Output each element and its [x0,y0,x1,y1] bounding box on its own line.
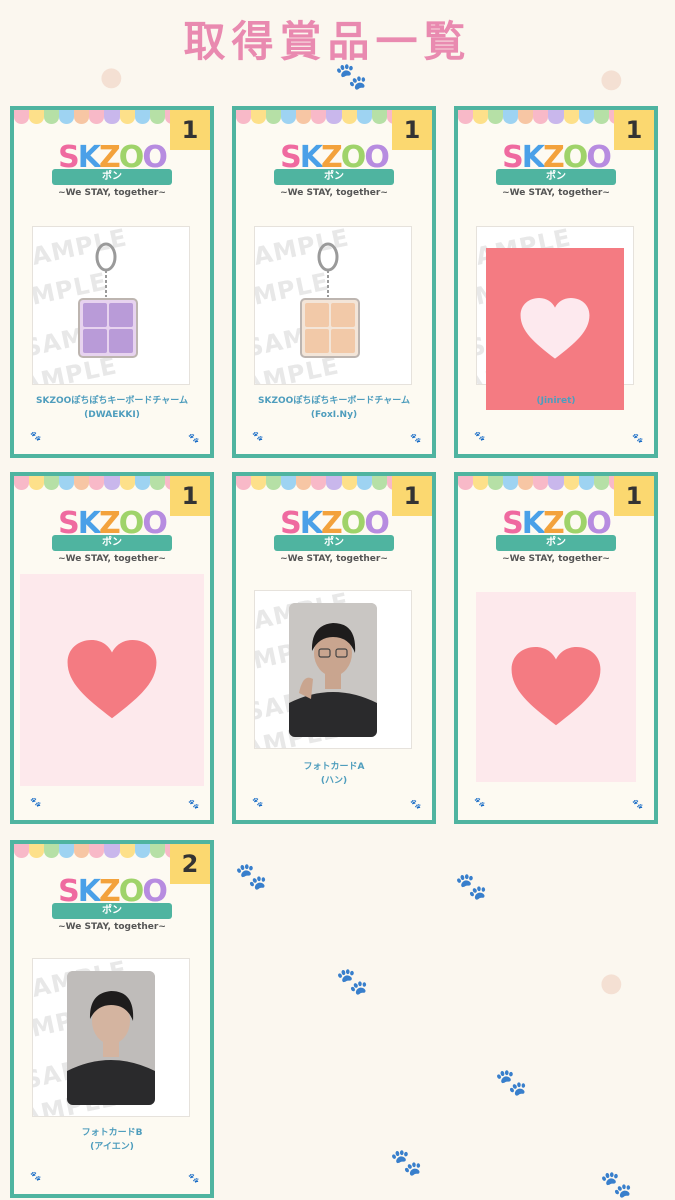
bg-paw-icon: 🐾 [336,967,369,997]
skzoo-logo: SKZOO ポン ~We STAY, together~ [14,140,210,198]
bg-paw-icon: 🐾 [390,1148,423,1178]
prize-card[interactable]: 1 SKZOO ポン ~We STAY, together~ SAMPLESAM… [232,472,436,824]
prize-name: SKZOOぽちぽちキーボードチャーム (FoxI.Ny) [236,394,432,422]
logo-tagline: ~We STAY, together~ [58,922,166,932]
prize-name: フォトカードA (ハン) [236,760,432,788]
paw-icon: 🐾 [474,798,486,808]
paw-icon: 🐾 [188,800,200,810]
skzoo-logo: SKZOO ポン ~We STAY, together~ [458,140,654,198]
prize-name-line2: (ハン) [320,776,348,786]
prize-name-line2: (FoxI.Ny) [310,410,358,420]
logo-tagline: ~We STAY, together~ [502,554,610,564]
prize-card[interactable]: 1 SKZOO ポン ~We STAY, together~ SAMPLESAM… [10,106,214,458]
logo-tagline: ~We STAY, together~ [58,188,166,198]
paw-icon: 🐾 [410,800,422,810]
keyboard-charm-icon [300,242,360,358]
hidden-prize-cover [476,592,636,782]
product-image: SAMPLESAMPLESAMPLESAMPLE [32,226,190,385]
bg-paw-icon: ● [600,968,623,998]
prize-name-line2: (DWAEKKI) [84,410,140,420]
photocard [67,971,155,1105]
prize-card[interactable]: 1 SKZOO ポン ~We STAY, together~ 🐾 🐾 [10,472,214,824]
prize-name-line1: SKZOOぽちぽちキーボードチャーム [36,396,188,406]
skzoo-logo: SKZOO ポン ~We STAY, together~ [458,506,654,564]
bg-paw-icon: 🐾 [495,1068,528,1098]
paw-icon: 🐾 [30,798,42,808]
page-title: 取得賞品一覧 [183,17,472,66]
logo-tagline: ~We STAY, together~ [280,188,388,198]
hidden-prize-cover [20,574,204,786]
heart-shape [67,640,157,719]
prize-card[interactable]: 1 SKZOO ポン ~We STAY, together~ SAMPLESAM… [232,106,436,458]
keyboard-charm-icon [78,242,138,358]
skzoo-logo: SKZOO ポン ~We STAY, together~ [236,140,432,198]
paw-icon: 🐾 [188,434,200,444]
hidden-prize-cover [486,248,624,410]
paw-icon: 🐾 [632,434,644,444]
prize-name-line2: (アイエン) [90,1142,134,1152]
skzoo-logo: SKZOO ポン ~We STAY, together~ [14,506,210,564]
prize-name-line1: SKZOOぽちぽちキーボードチャーム [258,396,410,406]
paw-icon: 🐾 [632,800,644,810]
skzoo-logo: SKZOO ポン ~We STAY, together~ [236,506,432,564]
heart-shape [520,298,590,359]
bg-paw-icon: 🐾 [600,1170,633,1200]
logo-tagline: ~We STAY, together~ [502,188,610,198]
prize-name-line2: (Jiniret) [536,396,576,406]
bg-paw-icon: 🐾 [235,862,268,892]
paw-icon: 🐾 [474,432,486,442]
product-image: SAMPLESAMPLESAMPLESAMPLE [254,226,412,385]
prize-name-line1: フォトカードB [81,1128,143,1138]
paw-icon: 🐾 [30,1172,42,1182]
product-image: SAMPLESAMPLESAMPLESAMPLE [254,590,412,749]
heart-icon [67,640,157,720]
paw-icon: 🐾 [188,1174,200,1184]
paw-icon: 🐾 [410,434,422,444]
bg-paw-icon: 🐾 [455,872,488,902]
paw-icon: 🐾 [30,432,42,442]
prize-card[interactable]: 1 SKZOO ポン ~We STAY, together~ SAMPLESAM… [454,106,658,458]
heart-icon [519,298,591,360]
person-photo [67,971,155,1105]
product-image: SAMPLESAMPLESAMPLESAMPLE [32,958,190,1117]
prize-card[interactable]: 1 SKZOO ポン ~We STAY, together~ 🐾 🐾 [454,472,658,824]
photocard [289,603,377,737]
prize-name-line1: フォトカードA [303,762,365,772]
paw-icon: 🐾 [252,798,264,808]
prize-name: (Jiniret) [458,394,654,408]
heart-icon [511,647,601,727]
heart-shape [511,647,601,726]
prize-card[interactable]: 2 SKZOO ポン ~We STAY, together~ SAMPLESAM… [10,840,214,1198]
prize-name: SKZOOぽちぽちキーボードチャーム (DWAEKKI) [14,394,210,422]
logo-tagline: ~We STAY, together~ [280,554,388,564]
skzoo-logo: SKZOO ポン ~We STAY, together~ [14,874,210,932]
person-photo [289,603,377,737]
paw-icon: 🐾 [252,432,264,442]
logo-tagline: ~We STAY, together~ [58,554,166,564]
prize-name: フォトカードB (アイエン) [14,1126,210,1154]
